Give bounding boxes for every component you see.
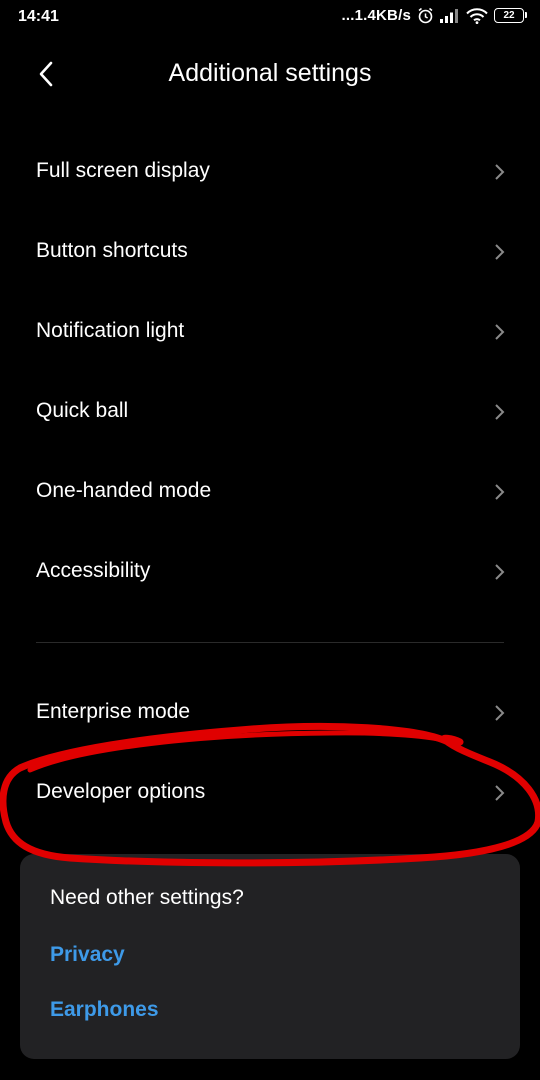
status-bar: 14:41 ...1.4KB/s 22 — [0, 0, 540, 36]
chevron-right-icon — [495, 484, 505, 500]
alarm-icon — [418, 7, 433, 24]
list-item-notification-light[interactable]: Notification light — [0, 293, 540, 373]
chevron-right-icon — [495, 705, 505, 721]
chevron-right-icon — [495, 244, 505, 260]
network-speed: ...1.4KB/s — [341, 7, 411, 24]
wifi-icon — [466, 7, 488, 24]
settings-list: Full screen display Button shortcuts Not… — [0, 133, 540, 613]
item-label: Developer options — [36, 780, 206, 803]
other-settings-card: Need other settings? Privacy Earphones — [20, 854, 520, 1059]
battery-level: 22 — [503, 9, 515, 21]
item-label: Button shortcuts — [36, 239, 188, 262]
chevron-right-icon — [495, 324, 505, 340]
item-label: Enterprise mode — [36, 700, 191, 723]
list-item-full-screen-display[interactable]: Full screen display — [0, 133, 540, 213]
chevron-right-icon — [495, 404, 505, 420]
earphones-link[interactable]: Earphones — [50, 998, 159, 1022]
chevron-right-icon — [495, 164, 505, 180]
status-icons: ...1.4KB/s 22 — [341, 7, 527, 24]
settings-list-secondary: Enterprise mode Developer options — [0, 674, 540, 834]
list-item-accessibility[interactable]: Accessibility — [0, 533, 540, 613]
section-divider — [36, 642, 504, 643]
chevron-right-icon — [495, 785, 505, 801]
list-item-developer-options[interactable]: Developer options — [0, 754, 540, 834]
item-label: Full screen display — [36, 159, 210, 182]
list-item-enterprise-mode[interactable]: Enterprise mode — [0, 674, 540, 754]
list-item-one-handed-mode[interactable]: One-handed mode — [0, 453, 540, 533]
header: Additional settings — [0, 40, 540, 110]
item-label: One-handed mode — [36, 479, 212, 502]
privacy-link[interactable]: Privacy — [50, 943, 125, 967]
item-label: Quick ball — [36, 399, 129, 422]
battery-icon: 22 — [494, 8, 527, 23]
page-title: Additional settings — [168, 59, 372, 87]
card-title: Need other settings? — [50, 886, 244, 909]
list-item-button-shortcuts[interactable]: Button shortcuts — [0, 213, 540, 293]
list-item-quick-ball[interactable]: Quick ball — [0, 373, 540, 453]
status-time: 14:41 — [18, 8, 59, 25]
item-label: Notification light — [36, 319, 185, 342]
item-label: Accessibility — [36, 559, 151, 582]
chevron-right-icon — [495, 564, 505, 580]
signal-icon — [440, 9, 458, 23]
